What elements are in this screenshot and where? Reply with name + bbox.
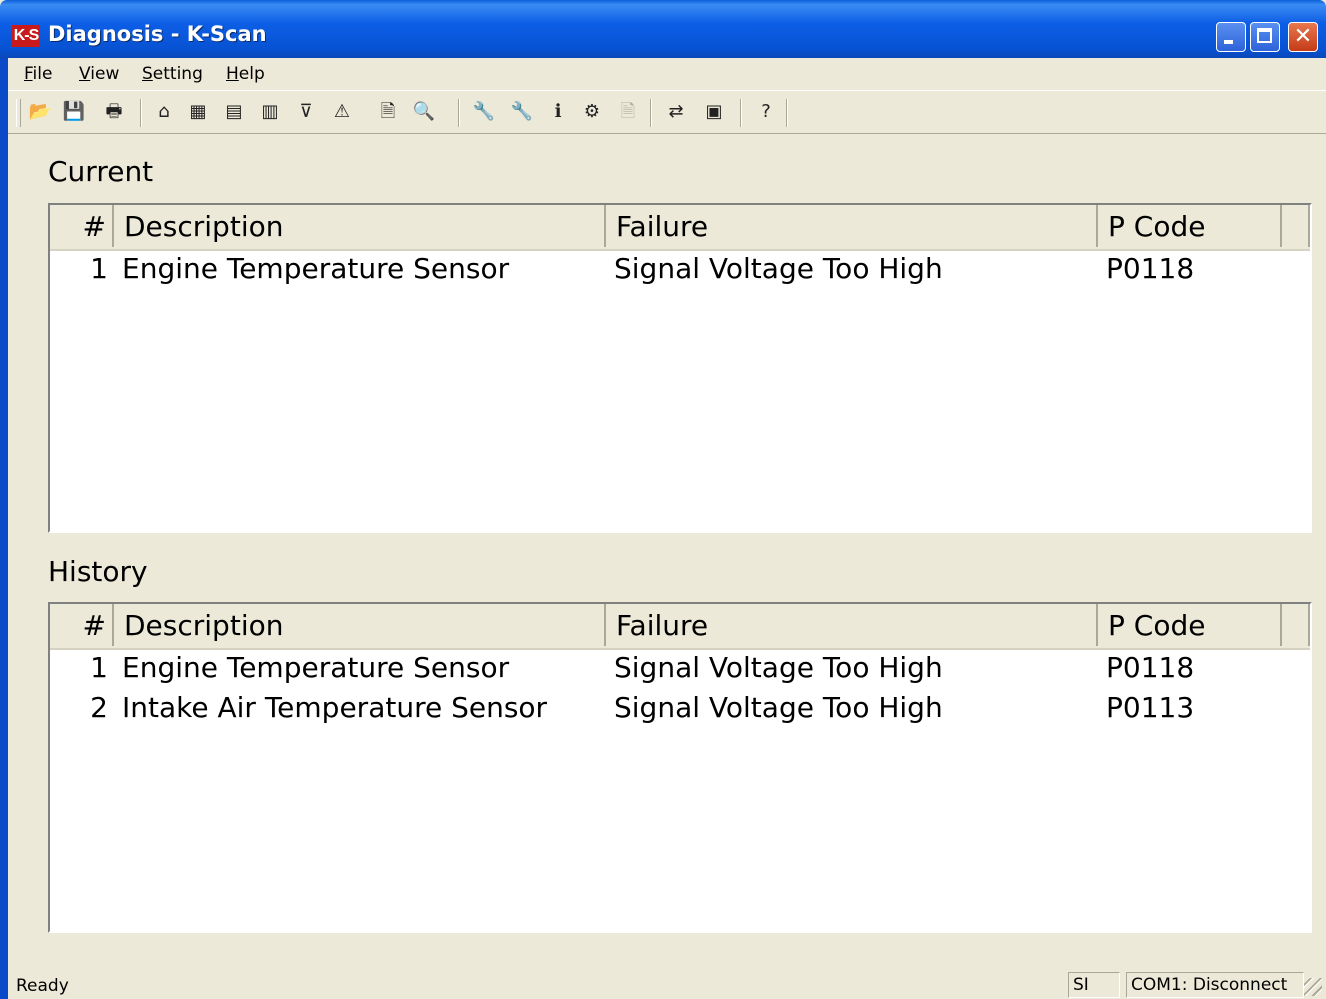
minimize-button[interactable] <box>1216 22 1246 52</box>
list-header: # Description Failure P Code <box>50 604 1310 650</box>
toolbar-grip[interactable] <box>16 99 21 127</box>
maximize-icon <box>1257 28 1272 43</box>
window-icon[interactable]: ▣ <box>702 100 726 124</box>
program-icon[interactable]: 🗎 <box>616 100 640 124</box>
filter-icon[interactable]: ⊽ <box>294 100 318 124</box>
cell-description: Intake Air Temperature Sensor <box>122 691 548 724</box>
cell-pcode: P0113 <box>1106 691 1195 724</box>
status-unit: SI <box>1068 972 1120 998</box>
status-bar: Ready SI COM1: Disconnect <box>8 970 1326 999</box>
table-row[interactable]: 1 Engine Temperature Sensor Signal Voltage… <box>50 249 1310 289</box>
cell-description: Engine Temperature Sensor <box>122 252 510 285</box>
report-icon[interactable]: 🗎 <box>376 100 400 124</box>
close-button[interactable]: ✕ <box>1288 22 1318 52</box>
current-dtc-list[interactable]: # Description Failure P Code 1 Engine Tempera… <box>48 203 1312 533</box>
column-header-description[interactable]: Description <box>114 205 606 247</box>
menu-help[interactable]: Help <box>226 64 265 84</box>
app-window: K-S Diagnosis - K-Scan ✕ File View Setti… <box>0 0 1326 999</box>
cell-pcode: P0118 <box>1106 651 1195 684</box>
list-icon[interactable]: ▤ <box>222 100 246 124</box>
data-icon[interactable]: ⇄ <box>664 100 688 124</box>
column-header-pcode[interactable]: P Code <box>1098 604 1282 646</box>
test-icon[interactable]: 🔧 <box>510 100 534 124</box>
title-bar[interactable]: K-S Diagnosis - K-Scan ✕ <box>0 0 1326 58</box>
column-header-failure[interactable]: Failure <box>606 604 1098 646</box>
cell-description: Engine Temperature Sensor <box>122 651 510 684</box>
info-icon[interactable]: ℹ <box>546 100 570 124</box>
column-header-filler <box>1282 604 1310 646</box>
column-header-num[interactable]: # <box>50 604 114 646</box>
minimize-icon <box>1224 40 1233 44</box>
status-connection: COM1: Disconnect <box>1126 972 1304 998</box>
resize-grip[interactable] <box>1304 978 1322 996</box>
column-header-num[interactable]: # <box>50 205 114 247</box>
table-row[interactable]: 1 Engine Temperature Sensor Signal Voltage… <box>50 648 1310 688</box>
print-icon[interactable]: 🖶 <box>102 100 126 124</box>
list-header: # Description Failure P Code <box>50 205 1310 251</box>
preview-icon[interactable]: 🔍 <box>412 100 436 124</box>
home-icon[interactable]: ⌂ <box>152 100 176 124</box>
menu-file[interactable]: File <box>24 64 52 84</box>
column-header-description[interactable]: Description <box>114 604 606 646</box>
current-section-label: Current <box>48 155 154 188</box>
toolbar-separator <box>140 99 142 127</box>
history-section-label: History <box>48 555 148 588</box>
toolbar-separator <box>650 99 652 127</box>
close-icon: ✕ <box>1293 24 1313 49</box>
open-folder-icon[interactable]: 📂 <box>28 100 52 124</box>
cell-num: 1 <box>90 252 108 285</box>
toolbar-separator <box>786 99 788 127</box>
column-header-filler <box>1282 205 1310 247</box>
status-text: Ready <box>16 976 69 996</box>
save-icon[interactable]: 💾 <box>62 100 86 124</box>
cell-failure: Signal Voltage Too High <box>614 651 943 684</box>
history-dtc-list[interactable]: # Description Failure P Code 1 Engine Tempera… <box>48 602 1312 933</box>
app-logo-icon: K-S <box>12 25 40 47</box>
cell-failure: Signal Voltage Too High <box>614 252 943 285</box>
table-row[interactable]: 2 Intake Air Temperature Sensor Signal Vol… <box>50 688 1310 728</box>
column-header-pcode[interactable]: P Code <box>1098 205 1282 247</box>
window-frame <box>0 58 8 999</box>
cell-num: 1 <box>90 651 108 684</box>
cell-pcode: P0118 <box>1106 252 1195 285</box>
window-title: Diagnosis - K-Scan <box>48 22 267 46</box>
adjust-icon[interactable]: ⚙ <box>580 100 604 124</box>
menu-bar: File View Setting Help <box>8 58 1326 90</box>
cell-failure: Signal Voltage Too High <box>614 691 943 724</box>
bar-chart-icon[interactable]: ▥ <box>258 100 282 124</box>
column-header-failure[interactable]: Failure <box>606 205 1098 247</box>
cell-num: 2 <box>90 691 108 724</box>
grid-icon[interactable]: ▦ <box>186 100 210 124</box>
maximize-button[interactable] <box>1250 22 1280 52</box>
warning-icon[interactable]: ⚠ <box>330 100 354 124</box>
menu-view[interactable]: View <box>79 64 119 84</box>
wrench-icon[interactable]: 🔧 <box>472 100 496 124</box>
toolbar-separator <box>458 99 460 127</box>
toolbar-separator <box>740 99 742 127</box>
help-icon[interactable]: ? <box>754 100 778 124</box>
toolbar: 📂 💾 🖶 ⌂ ▦ ▤ ▥ ⊽ ⚠ 🗎 🔍 🔧 🔧 ℹ ⚙ 🗎 ⇄ ▣? <box>8 90 1326 134</box>
menu-setting[interactable]: Setting <box>142 64 203 84</box>
